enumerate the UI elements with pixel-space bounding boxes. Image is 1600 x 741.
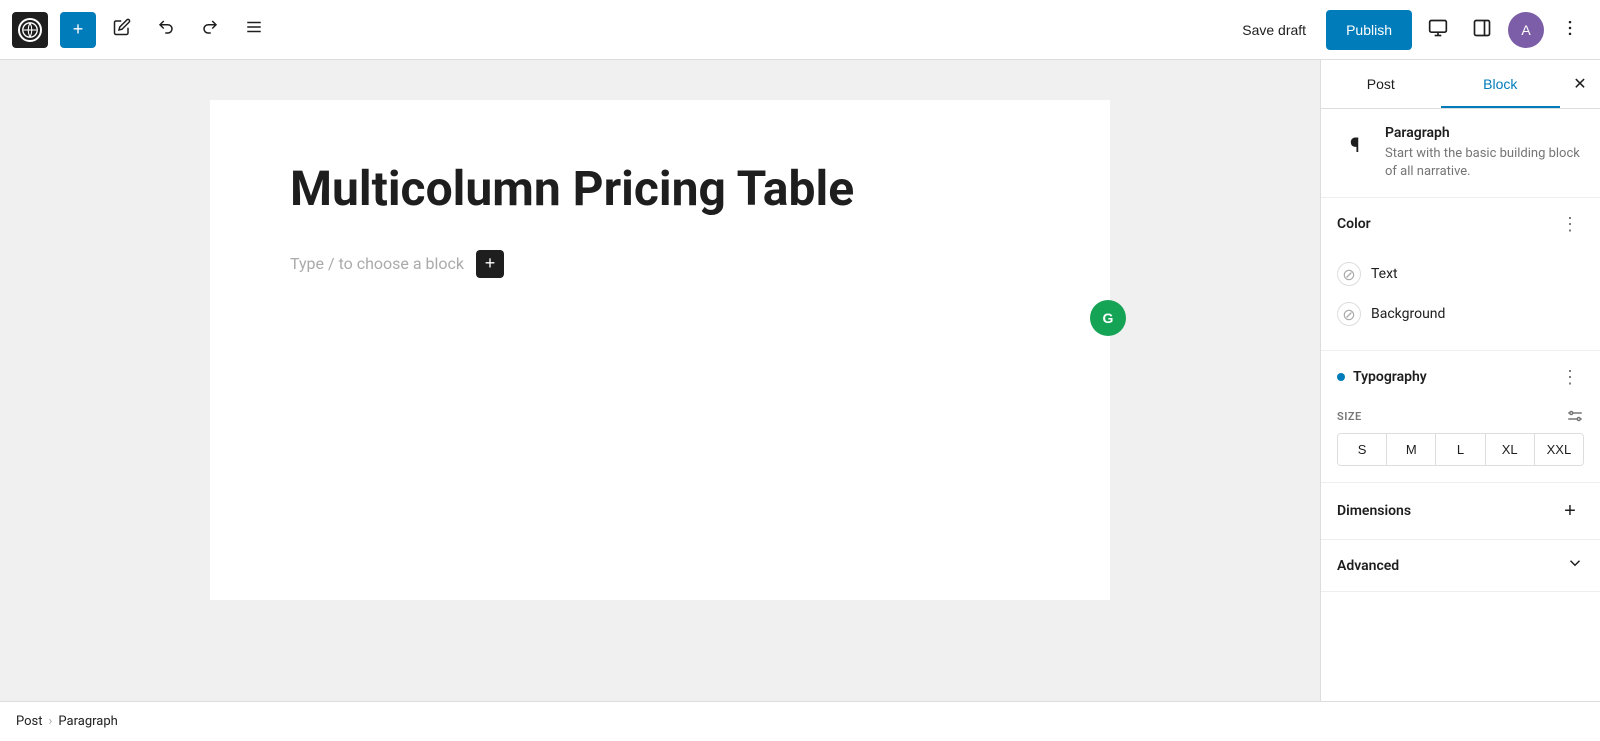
redo-icon	[201, 18, 219, 41]
close-sidebar-button[interactable]: ✕	[1560, 64, 1600, 104]
tools-button[interactable]	[104, 12, 140, 48]
breadcrumb-current: Paragraph	[58, 714, 117, 729]
color-options: ⊘ Text ⊘ Background	[1321, 250, 1600, 350]
typography-section-title: Typography	[1353, 369, 1427, 385]
size-btn-xl[interactable]: XL	[1486, 434, 1535, 465]
user-avatar-button[interactable]: A	[1508, 12, 1544, 48]
inline-plus-icon: +	[485, 253, 496, 274]
undo-icon	[157, 18, 175, 41]
view-button[interactable]	[1420, 12, 1456, 48]
typography-active-dot	[1337, 373, 1345, 381]
text-color-swatch: ⊘	[1337, 262, 1361, 286]
grammarly-button[interactable]: G	[1090, 300, 1126, 336]
publish-button[interactable]: Publish	[1326, 10, 1412, 50]
block-details: Paragraph Start with the basic building …	[1385, 125, 1584, 181]
slash-icon-bg: ⊘	[1342, 305, 1355, 324]
background-color-swatch: ⊘	[1337, 302, 1361, 326]
dimensions-section-title: Dimensions	[1337, 503, 1411, 519]
breadcrumb-post[interactable]: Post	[16, 714, 43, 729]
typography-section: Typography ⋮ SIZE	[1321, 351, 1600, 483]
color-section-header[interactable]: Color ⋮	[1321, 198, 1600, 250]
dimensions-add-button[interactable]: +	[1556, 497, 1584, 525]
block-description: Start with the basic building block of a…	[1385, 145, 1584, 181]
advanced-section: Advanced	[1321, 540, 1600, 592]
size-adjust-icon[interactable]	[1566, 407, 1584, 425]
tab-post[interactable]: Post	[1321, 60, 1441, 108]
tab-block[interactable]: Block	[1441, 60, 1561, 108]
font-size-buttons: S M L XL XXL	[1337, 433, 1584, 466]
inline-add-block-button[interactable]: +	[476, 250, 504, 278]
avatar-letter: A	[1521, 22, 1530, 38]
ellipsis-icon	[1560, 18, 1580, 41]
block-info: ¶ Paragraph Start with the basic buildin…	[1321, 109, 1600, 198]
plus-icon: +	[73, 19, 84, 40]
size-btn-l[interactable]: L	[1436, 434, 1485, 465]
post-title[interactable]: Multicolumn Pricing Table	[290, 160, 1030, 218]
dimensions-section: Dimensions +	[1321, 483, 1600, 540]
color-section-menu-button[interactable]: ⋮	[1556, 210, 1584, 238]
text-color-option[interactable]: ⊘ Text	[1337, 254, 1584, 294]
grammarly-icon: G	[1103, 310, 1114, 326]
breadcrumb-bar: Post › Paragraph	[0, 701, 1600, 741]
chevron-down-icon	[1566, 554, 1584, 577]
redo-button[interactable]	[192, 12, 228, 48]
wp-logo	[12, 12, 48, 48]
close-icon: ✕	[1573, 74, 1586, 94]
typography-section-menu-button[interactable]: ⋮	[1556, 363, 1584, 391]
sidebar-toggle-icon	[1472, 18, 1492, 41]
wp-logo-icon	[18, 18, 42, 42]
text-color-label: Text	[1371, 266, 1398, 282]
size-label: SIZE	[1337, 407, 1584, 425]
typography-section-header[interactable]: Typography ⋮	[1321, 351, 1600, 403]
editor-canvas[interactable]: Multicolumn Pricing Table Type / to choo…	[0, 60, 1320, 701]
save-draft-button[interactable]: Save draft	[1230, 14, 1318, 46]
sidebar-tabs: Post Block ✕	[1321, 60, 1600, 109]
dimensions-section-header[interactable]: Dimensions +	[1321, 483, 1600, 539]
typography-title-wrap: Typography	[1337, 369, 1427, 385]
block-placeholder-area[interactable]: Type / to choose a block +	[290, 250, 1030, 278]
main-area: Multicolumn Pricing Table Type / to choo…	[0, 60, 1600, 701]
editor-content: Multicolumn Pricing Table Type / to choo…	[210, 100, 1110, 600]
monitor-icon	[1428, 18, 1448, 41]
breadcrumb-separator: ›	[49, 714, 53, 729]
advanced-section-title: Advanced	[1337, 558, 1399, 574]
background-color-option[interactable]: ⊘ Background	[1337, 294, 1584, 334]
size-btn-m[interactable]: M	[1387, 434, 1436, 465]
document-overview-button[interactable]	[236, 12, 272, 48]
toolbar: +	[0, 0, 1600, 60]
paragraph-block-icon: ¶	[1337, 127, 1373, 163]
block-title: Paragraph	[1385, 125, 1584, 141]
block-sidebar: Post Block ✕ ¶ Paragraph Start with the …	[1320, 60, 1600, 701]
color-section-title: Color	[1337, 216, 1371, 232]
placeholder-text: Type / to choose a block	[290, 254, 464, 273]
pen-icon	[113, 18, 131, 41]
undo-button[interactable]	[148, 12, 184, 48]
options-menu-button[interactable]	[1552, 12, 1588, 48]
background-color-label: Background	[1371, 306, 1445, 322]
size-btn-s[interactable]: S	[1338, 434, 1387, 465]
typography-controls: SIZE S M L XL XXL	[1321, 403, 1600, 482]
settings-sidebar-button[interactable]	[1464, 12, 1500, 48]
advanced-section-header[interactable]: Advanced	[1321, 540, 1600, 591]
size-btn-xxl[interactable]: XXL	[1535, 434, 1583, 465]
color-section: Color ⋮ ⊘ Text ⊘ Background	[1321, 198, 1600, 351]
slash-icon: ⊘	[1342, 265, 1355, 284]
add-block-toolbar-button[interactable]: +	[60, 12, 96, 48]
list-icon	[245, 18, 263, 41]
